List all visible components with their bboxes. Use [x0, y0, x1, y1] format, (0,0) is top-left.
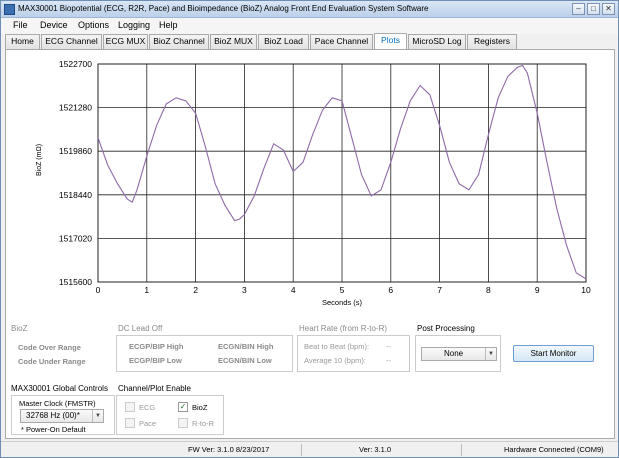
y-tick-label: 1522700	[59, 59, 92, 69]
heart-rate-box: Beat to Beat (bpm): -- Average 10 (bpm):…	[297, 335, 410, 372]
window-title: MAX30001 Biopotential (ECG, R2R, Pace) a…	[18, 4, 429, 13]
maximize-button[interactable]: □	[587, 3, 600, 15]
post-processing-title: Post Processing	[417, 324, 475, 333]
start-monitor-button[interactable]: Start Monitor	[513, 345, 594, 362]
chart-grid	[97, 63, 587, 283]
pace-checkbox[interactable]	[125, 418, 135, 428]
chart-y-axis-label: BioZ (mΩ)	[36, 144, 43, 176]
x-tick-label: 2	[193, 285, 198, 295]
x-tick-label: 5	[340, 285, 345, 295]
menu-bar: File Device Options Logging Help	[1, 18, 618, 34]
close-button[interactable]: ✕	[602, 3, 615, 15]
y-tick-label: 1518440	[59, 190, 92, 200]
x-tick-label: 10	[581, 285, 591, 295]
tab-ecg-channel[interactable]: ECG Channel	[41, 34, 102, 49]
tab-ecg-mux[interactable]: ECG MUX	[103, 34, 148, 49]
r2r-checkbox[interactable]	[178, 418, 188, 428]
fw-version: FW Ver: 3.1.0 8/23/2017	[188, 445, 270, 454]
title-bar[interactable]: MAX30001 Biopotential (ECG, R2R, Pace) a…	[1, 1, 618, 18]
ecgp-bip-high-label: ECGP/BIP High	[129, 342, 184, 351]
code-over-range-label: Code Over Range	[18, 343, 81, 352]
x-tick-label: 3	[242, 285, 247, 295]
sw-version: Ver: 3.1.0	[359, 445, 392, 454]
power-on-default-note: * Power-On Default	[21, 425, 86, 434]
global-controls-box: Master Clock (FMSTR) 32768 Hz (00)* ▼ * …	[11, 395, 115, 435]
dc-lead-off-box: ECGP/BIP High ECGN/BIN High ECGP/BIP Low…	[116, 335, 293, 372]
channel-enable-title: Channel/Plot Enable	[118, 384, 191, 393]
average-10-label: Average 10 (bpm):	[304, 356, 366, 365]
x-tick-label: 6	[388, 285, 393, 295]
plots-panel: 0 1 2 3 4 5 6 7 8 9 10 1522700 1521280 1519860 1518440…	[5, 49, 615, 439]
r2r-checkbox-label: R-to-R	[192, 419, 215, 428]
dc-lead-off-title: DC Lead Off	[118, 324, 163, 333]
x-tick-label: 9	[535, 285, 540, 295]
menu-help[interactable]: Help	[159, 20, 178, 30]
x-tick-label: 4	[291, 285, 296, 295]
y-tick-label: 1517020	[59, 233, 92, 243]
beat-to-beat-value: --	[386, 342, 391, 351]
tab-home[interactable]: Home	[5, 34, 40, 49]
bioz-checkbox-label: BioZ	[192, 403, 208, 412]
status-bar: FW Ver: 3.1.0 8/23/2017 Ver: 3.1.0 Hardw…	[1, 441, 618, 457]
status-separator	[301, 444, 302, 456]
tab-bioz-load[interactable]: BioZ Load	[258, 34, 309, 49]
tab-pace-channel[interactable]: Pace Channel	[310, 34, 373, 49]
menu-options[interactable]: Options	[78, 20, 109, 30]
menu-file[interactable]: File	[13, 20, 28, 30]
bioz-checkbox[interactable]: ✓	[178, 402, 188, 412]
pace-checkbox-label: Pace	[139, 419, 157, 428]
tab-bioz-channel[interactable]: BioZ Channel	[149, 34, 209, 49]
channel-enable-box: ECG ✓ BioZ Pace R-to-R	[116, 395, 224, 435]
average-10-value: --	[386, 356, 391, 365]
chart-x-axis-label: Seconds (s)	[322, 298, 363, 307]
x-tick-label: 8	[486, 285, 491, 295]
menu-logging[interactable]: Logging	[118, 20, 150, 30]
ecg-checkbox-label: ECG	[139, 403, 156, 412]
ecg-checkbox[interactable]	[125, 402, 135, 412]
status-separator	[461, 444, 462, 456]
x-tick-label: 7	[437, 285, 442, 295]
tab-plots[interactable]: Plots	[374, 33, 407, 49]
tab-microsd-log[interactable]: MicroSD Log	[408, 34, 466, 49]
tab-registers[interactable]: Registers	[467, 34, 517, 49]
post-processing-value: None	[444, 349, 464, 358]
heart-rate-title: Heart Rate (from R-to-R)	[299, 324, 388, 333]
x-tick-label: 0	[96, 285, 101, 295]
ecgn-bin-high-label: ECGN/BIN High	[218, 342, 274, 351]
checkmark-icon: ✓	[179, 402, 187, 411]
y-tick-label: 1519860	[59, 146, 92, 156]
code-under-range-label: Code Under Range	[18, 357, 86, 366]
menu-device[interactable]: Device	[40, 20, 68, 30]
app-icon	[4, 4, 15, 15]
master-clock-select[interactable]: 32768 Hz (00)* ▼	[20, 409, 104, 423]
master-clock-value: 32768 Hz (00)*	[26, 411, 80, 420]
x-tick-label: 1	[144, 285, 149, 295]
ecgn-bin-low-label: ECGN/BIN Low	[218, 356, 272, 365]
y-tick-label: 1515600	[59, 277, 92, 287]
bioz-group-title: BioZ	[11, 324, 28, 333]
bioz-chart: 0 1 2 3 4 5 6 7 8 9 10 1522700 1521280 1519860 1518440…	[36, 59, 591, 307]
post-processing-box: None ▼	[415, 335, 501, 372]
app-window: MAX30001 Biopotential (ECG, R2R, Pace) a…	[0, 0, 619, 458]
ecgp-bip-low-label: ECGP/BIP Low	[129, 356, 182, 365]
master-clock-label: Master Clock (FMSTR)	[19, 399, 96, 408]
chevron-down-icon: ▼	[485, 348, 496, 360]
y-tick-label: 1521280	[59, 103, 92, 113]
beat-to-beat-label: Beat to Beat (bpm):	[304, 342, 370, 351]
post-processing-select[interactable]: None ▼	[421, 347, 497, 361]
global-controls-title: MAX30001 Global Controls	[11, 384, 108, 393]
tab-bioz-mux[interactable]: BioZ MUX	[210, 34, 257, 49]
chevron-down-icon: ▼	[92, 410, 103, 422]
minimize-button[interactable]: –	[572, 3, 585, 15]
connection-status: Hardware Connected (COM9)	[504, 445, 604, 454]
